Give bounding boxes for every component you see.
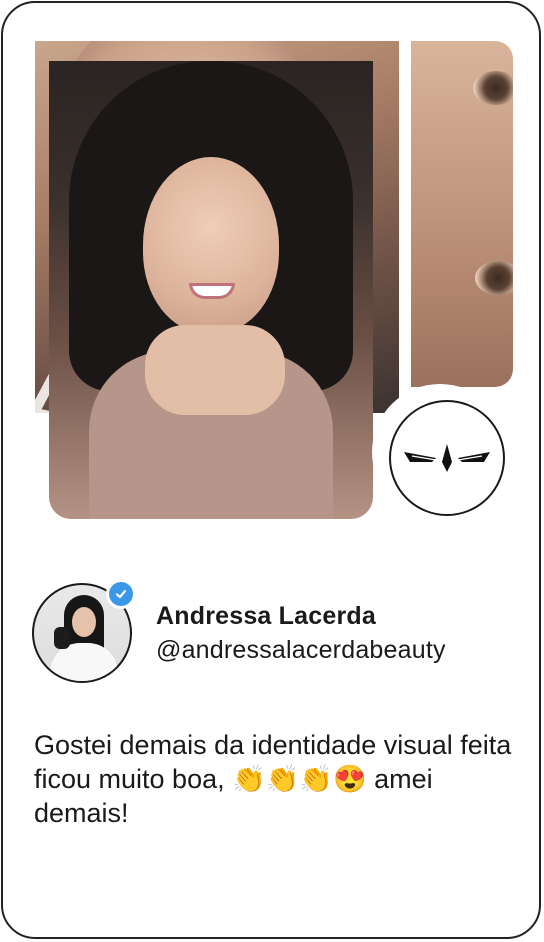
profile-name[interactable]: Andressa Lacerda <box>156 602 376 631</box>
verified-check-icon <box>106 579 136 609</box>
background-photo-eyes <box>411 41 513 387</box>
profile-handle[interactable]: @andressalacerdabeauty <box>156 636 446 665</box>
testimonial-text: Gostei demais da identidade visual feita… <box>34 730 512 828</box>
client-portrait-photo <box>49 61 373 519</box>
brand-wings-logo-icon <box>389 400 505 516</box>
